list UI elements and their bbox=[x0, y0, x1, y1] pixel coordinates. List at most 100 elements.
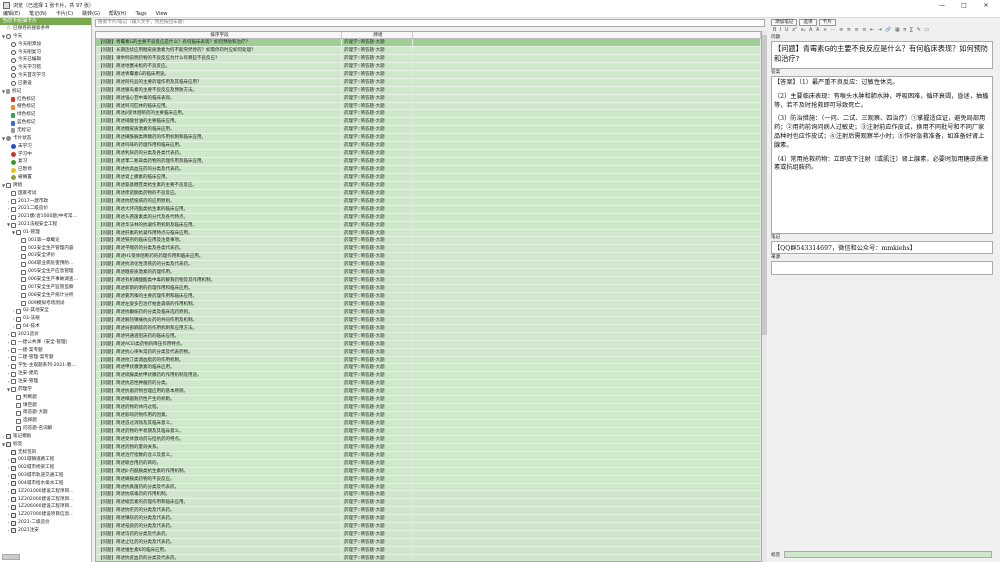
table-row[interactable]: 【问题】简述钙通道阻滞药的临床应用。 药理学::简答题-大题 bbox=[96, 332, 761, 341]
sidebar-item[interactable]: 国家考试 bbox=[0, 190, 91, 198]
format-button-icon[interactable]: ⇥ bbox=[878, 27, 882, 33]
sidebar-item[interactable]: ▼ 标记 bbox=[0, 88, 91, 96]
format-button-icon[interactable]: ⨯ bbox=[823, 27, 827, 33]
table-row[interactable]: 【问题】简述新斯的明的药理作用和临床应用。 药理学::简答题-大题 bbox=[96, 285, 761, 293]
sidebar-item[interactable]: › 学生-主观题系列-2021-教… bbox=[0, 362, 91, 370]
sidebar-item[interactable]: 选择题 bbox=[0, 417, 91, 425]
column-extra[interactable] bbox=[413, 32, 761, 38]
format-button-icon[interactable]: ⇤ bbox=[870, 27, 874, 33]
table-row[interactable]: 【问题】简述影响药物作用的因素。 药理学::简答题-大题 bbox=[96, 412, 761, 420]
format-button-icon[interactable]: ≡ bbox=[862, 27, 866, 33]
sidebar-item[interactable]: 003安全评价 bbox=[0, 252, 91, 260]
table-row[interactable]: 【问题】简述利尿药的分类及各类代表药。 药理学::简答题-大题 bbox=[96, 150, 761, 159]
format-button-icon[interactable]: ▦ bbox=[895, 27, 900, 33]
sidebar-item[interactable]: 今天刚添加 bbox=[0, 41, 91, 49]
menu-tags[interactable]: Tags bbox=[136, 11, 147, 17]
table-row[interactable]: 【问题】简述有机磷酸酯类中毒的解救药物及其作用机制。 药理学::简答题-大题 bbox=[96, 277, 761, 286]
table-row[interactable]: 【问题】请举例说明药物的不良反应为什么有哪些不良反应? 药理学::简答题-大题 bbox=[96, 54, 761, 63]
format-button-icon[interactable]: x₂ bbox=[801, 27, 806, 33]
sidebar-item[interactable]: 004职业病危害预防… bbox=[0, 260, 91, 268]
table-row[interactable]: 【问题】简述铁剂的临床应用及注意事项。 药理学::简答题-大题 bbox=[96, 237, 761, 246]
maximize-button[interactable]: □ bbox=[953, 2, 975, 9]
format-button-icon[interactable]: U bbox=[785, 27, 789, 33]
table-row[interactable]: 【问题】简述药物的量效关系。 药理学::简答题-大题 bbox=[96, 443, 761, 452]
tags-input[interactable] bbox=[784, 551, 993, 558]
table-row[interactable]: 【问题】简述泻药的分类及代表药。 药理学::简答题-大题 bbox=[96, 531, 761, 540]
table-row[interactable]: 【问题】简述大环内酯类抗生素的临床应用。 药理学::简答题-大题 bbox=[96, 205, 761, 214]
format-button-icon[interactable]: π bbox=[903, 27, 906, 33]
table-row[interactable]: 【问题】简述药物的半衰期及其临床意义。 药理学::简答题-大题 bbox=[96, 427, 761, 436]
sidebar-item[interactable]: › 注安-管理 bbox=[0, 378, 91, 386]
table-row[interactable]: 【问题】简述药物的体内过程。 药理学::简答题-大题 bbox=[96, 404, 761, 413]
format-button-icon[interactable]: 🔗 bbox=[885, 27, 891, 33]
sidebar-item[interactable]: › 笔记模板 bbox=[0, 433, 91, 441]
sidebar-item[interactable]: 008安全生产统计分析 bbox=[0, 292, 91, 300]
sidebar-item[interactable]: › 2021版(含1000题)中考常… bbox=[0, 213, 91, 221]
sidebar-item[interactable]: › 2021注安 bbox=[0, 527, 91, 535]
format-button-icon[interactable]: x² bbox=[792, 27, 797, 33]
sidebar-item[interactable]: › 001城镇道路工程 bbox=[0, 456, 91, 464]
table-row[interactable]: 【问题】简述受体激动药与拮抗药的特点。 药理学::简答题-大题 bbox=[96, 435, 761, 444]
table-row[interactable]: 【问题】简述左旋多巴治疗帕金森病的作用机制。 药理学::简答题-大题 bbox=[96, 300, 761, 309]
table-row[interactable]: 【问题】简述地塞米松的不良反应。 药理学::简答题-大题 bbox=[96, 62, 761, 71]
menu-notes[interactable]: 笔记(N) bbox=[29, 10, 47, 17]
table-row[interactable]: 【问题】简述局部麻醉药的作用机制和应用方法。 药理学::简答题-大题 bbox=[96, 324, 761, 333]
table-row[interactable]: 【问题】简述青霉素G的临床用途。 药理学::简答题-大题 bbox=[96, 70, 761, 79]
table-row[interactable]: 【问题】简述β受体阻断药的主要临床应用。 药理学::简答题-大题 bbox=[96, 110, 761, 119]
table-row[interactable]: 【问题】简述平喘药的分类及各类代表药。 药理学::简答题-大题 bbox=[96, 245, 761, 254]
table-row[interactable]: 【问题】简述阿托品的主要药理作用及其临床应用? 药理学::简答题-大题 bbox=[96, 78, 761, 87]
table-row[interactable]: 【问题】简述抗消化性溃疡药的分类及代表药。 药理学::简答题-大题 bbox=[96, 261, 761, 270]
sidebar-item[interactable]: 007安全生产监管监察 bbox=[0, 284, 91, 292]
table-row[interactable]: 【问题】简述抗心律失常药的分类及代表药物。 药理学::简答题-大题 bbox=[96, 348, 761, 357]
table-row[interactable]: 【问题】简述胰岛素的主要不良反应及预防方法。 药理学::简答题-大题 bbox=[96, 86, 761, 95]
table-row[interactable]: 【问题】简述缩宫素的药理作用和临床应用。 药理学::简答题-大题 bbox=[96, 499, 761, 508]
sidebar-item[interactable]: 未学习 bbox=[0, 143, 91, 151]
sidebar-item[interactable]: ▼ 2021法规安全工程 bbox=[0, 221, 91, 229]
table-row[interactable]: 【问题】简述解热镇痛抗炎药的共同作用及机制。 药理学::简答题-大题 bbox=[96, 316, 761, 325]
answer-field[interactable]: 【答案】（1）最严重不良反应：过敏性休克。 （2）主要临床表现：有喉头水肿和肺水肿… bbox=[771, 76, 993, 234]
sidebar-item[interactable]: 今天刚复习 bbox=[0, 49, 91, 57]
table-row[interactable]: 【问题】简述首过消除及其临床意义。 药理学::简答题-大题 bbox=[96, 420, 761, 428]
table-row[interactable]: 【问题】简述联合用药的目的。 药理学::简答题-大题 bbox=[96, 459, 761, 468]
sidebar-item[interactable]: ▼ 卡片状态 bbox=[0, 135, 91, 143]
sidebar-item[interactable]: › 004城市给水排水工程 bbox=[0, 480, 91, 488]
format-button-icon[interactable]: B bbox=[773, 27, 776, 33]
menu-go[interactable]: 跳转(G) bbox=[82, 10, 100, 17]
cards-button[interactable]: 卡片 bbox=[818, 19, 836, 26]
sidebar-item[interactable]: › 1Z201000建设工程项目… bbox=[0, 488, 91, 496]
sidebar-item[interactable]: › 2021造价 bbox=[0, 331, 91, 339]
sidebar-item[interactable]: 已重设 bbox=[0, 80, 91, 88]
format-button-icon[interactable]: ✎ bbox=[917, 27, 921, 33]
sidebar-header[interactable]: 当前卡组抽卡片 bbox=[0, 18, 91, 25]
sidebar-item[interactable]: 002安全生产管理内容 bbox=[0, 245, 91, 253]
sidebar-item[interactable]: › 1Z206000建设工程项目… bbox=[0, 503, 91, 511]
table-row[interactable]: 【问题】简述止吐药的分类及代表药。 药理学::简答题-大题 bbox=[96, 539, 761, 547]
format-button-icon[interactable]: A bbox=[816, 27, 819, 33]
sidebar-item[interactable]: 005安全生产应急管理 bbox=[0, 268, 91, 276]
sidebar-item[interactable]: › 1Z207000建设项目信息… bbox=[0, 511, 91, 519]
sidebar-item[interactable]: 无标记 bbox=[0, 127, 91, 135]
table-row[interactable]: 【问题】简述H1受体阻断药的药理作用和临床应用。 药理学::简答题-大题 bbox=[96, 253, 761, 262]
format-button-icon[interactable]: ⋯ bbox=[831, 27, 836, 33]
table-row[interactable]: 【问题】简述氯丙嗪的主要药理作用和临床应用。 药理学::简答题-大题 bbox=[96, 293, 761, 301]
sidebar-item[interactable]: 橙色标记 bbox=[0, 103, 91, 111]
menu-cards[interactable]: 卡片(C) bbox=[56, 10, 73, 17]
sidebar-item[interactable]: 填空题 bbox=[0, 402, 91, 410]
sidebar-item[interactable]: 红色标记 bbox=[0, 96, 91, 104]
table-row[interactable]: 【问题】简述抗结核病药的应用原则。 药理学::简答题-大题 bbox=[96, 197, 761, 206]
sidebar-scroll-handle[interactable] bbox=[2, 554, 20, 560]
sidebar-item[interactable]: 无标签的 bbox=[0, 449, 91, 457]
source-field[interactable] bbox=[771, 261, 993, 275]
table-row[interactable]: 【问题】简述抗高血压药的分类及代表药。 药理学::简答题-大题 bbox=[96, 166, 761, 174]
question-field[interactable]: 【问题】青霉素G的主要不良反应是什么？有何临床表现？如何预防和治疗? bbox=[771, 41, 993, 69]
sidebar-item[interactable]: › 02-其他安全 bbox=[0, 307, 91, 315]
table-row[interactable]: 【问题】简述他汀类调血脂药的作用机制。 药理学::简答题-大题 bbox=[96, 356, 761, 365]
sidebar-item[interactable]: 已暂停 bbox=[0, 166, 91, 174]
table-row[interactable]: 【问题】青霉素G的主要不良反应是什么？有何临床表现？如何预防和治疗? 药理学::简… bbox=[96, 39, 761, 47]
table-row[interactable]: 【问题】简述氨基糖苷类抗生素的主要不良反应。 药理学::简答题-大题 bbox=[96, 181, 761, 190]
sidebar-item[interactable]: ▼ 01-管理 bbox=[0, 229, 91, 237]
format-button-icon[interactable]: ∑ bbox=[910, 27, 913, 33]
sidebar-item[interactable]: 006安全生产事故调查… bbox=[0, 276, 91, 284]
sidebar-item[interactable]: 蓝色标记 bbox=[0, 119, 91, 127]
table-row[interactable]: 【问题】简述镇咳药的分类及代表药。 药理学::简答题-大题 bbox=[96, 515, 761, 524]
